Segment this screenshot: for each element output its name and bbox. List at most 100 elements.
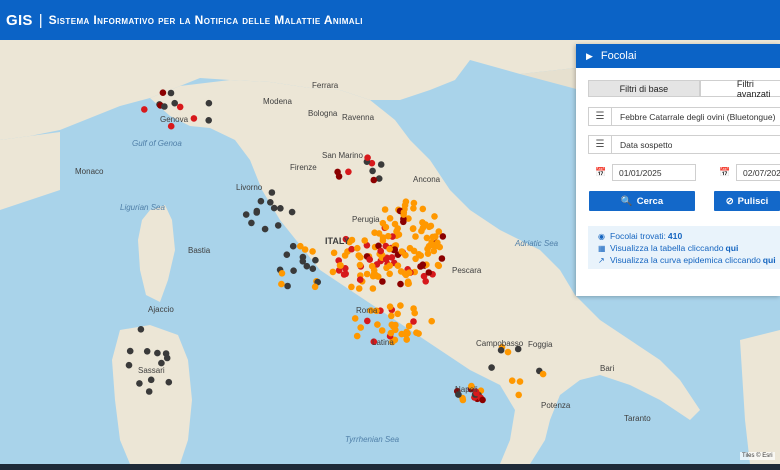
disease-select[interactable]: ☰ Febbre Catarrale degli ovini (Bluetong… [588,107,780,126]
outbreak-marker[interactable] [143,348,151,355]
date-from-input[interactable]: 01/01/2025 [612,164,696,181]
outbreak-marker[interactable] [357,324,365,331]
outbreak-marker[interactable] [516,378,524,385]
outbreak-marker[interactable] [311,283,319,291]
outbreak-marker[interactable] [431,213,438,220]
outbreak-marker[interactable] [242,211,250,218]
outbreak-marker[interactable] [402,198,410,205]
outbreak-marker[interactable] [165,378,173,386]
outbreak-marker[interactable] [377,161,385,168]
clear-button[interactable]: ⊘ Pulisci [714,191,780,211]
outbreak-marker[interactable] [159,89,167,96]
outbreak-marker[interactable] [348,236,356,244]
outbreak-marker[interactable] [369,285,377,292]
outbreak-marker[interactable] [354,244,361,252]
outbreak-marker[interactable] [171,99,178,107]
outbreak-marker[interactable] [141,106,148,113]
outbreak-marker[interactable] [504,348,512,356]
outbreak-marker[interactable] [289,242,297,250]
outbreak-marker[interactable] [371,229,378,236]
outbreak-marker[interactable] [356,276,364,283]
outbreak-marker[interactable] [290,267,297,274]
outbreak-marker[interactable] [267,199,274,206]
outbreak-marker[interactable] [415,330,422,337]
table-link[interactable]: qui [726,243,739,253]
outbreak-marker[interactable] [388,312,395,320]
outbreak-marker[interactable] [257,197,265,205]
outbreak-marker[interactable] [400,209,408,216]
outbreak-marker[interactable] [392,326,399,334]
date-to[interactable]: 📅 02/07/2025 [714,163,780,182]
outbreak-marker[interactable] [297,242,304,250]
app-brand[interactable]: GIS [6,12,33,29]
outbreak-marker[interactable] [386,303,394,311]
outbreak-marker[interactable] [394,225,402,232]
outbreak-marker[interactable] [161,103,168,110]
outbreak-marker[interactable] [410,305,417,312]
outbreak-marker[interactable] [384,232,392,240]
panel-header[interactable]: ▶ Focolai [576,44,780,68]
outbreak-marker[interactable] [410,205,417,212]
chevron-right-icon[interactable]: ▶ [586,51,593,62]
outbreak-marker[interactable] [382,256,390,263]
outbreak-marker[interactable] [125,361,133,369]
outbreak-marker[interactable] [278,280,285,288]
outbreak-marker[interactable] [288,208,296,216]
outbreak-marker[interactable] [334,168,341,176]
outbreak-marker[interactable] [154,349,161,357]
outbreak-marker[interactable] [355,285,363,292]
outbreak-marker[interactable] [309,265,317,272]
outbreak-marker[interactable] [459,396,467,404]
outbreak-marker[interactable] [405,280,413,287]
outbreak-marker[interactable] [412,233,419,240]
date-from[interactable]: 📅 01/01/2025 [590,163,696,182]
outbreak-marker[interactable] [357,254,364,261]
outbreak-marker[interactable] [190,115,198,122]
outbreak-marker[interactable] [274,222,282,229]
outbreak-marker[interactable] [348,283,355,291]
outbreak-marker[interactable] [539,370,547,378]
outbreak-marker[interactable] [284,282,291,290]
outbreak-marker[interactable] [309,248,316,255]
outbreak-marker[interactable] [340,271,348,278]
outbreak-marker[interactable] [386,270,394,278]
outbreak-marker[interactable] [435,262,443,270]
outbreak-marker[interactable] [423,234,431,242]
outbreak-marker[interactable] [438,255,446,262]
outbreak-marker[interactable] [364,317,371,325]
outbreak-marker[interactable] [374,273,382,280]
outbreak-marker[interactable] [515,391,522,399]
outbreak-marker[interactable] [369,167,376,175]
outbreak-marker[interactable] [424,250,432,257]
outbreak-marker[interactable] [145,388,153,395]
outbreak-marker[interactable] [351,315,359,322]
outbreak-marker[interactable] [402,251,409,259]
outbreak-marker[interactable] [136,380,143,387]
outbreak-marker[interactable] [205,99,213,107]
outbreak-marker[interactable] [364,154,371,161]
outbreak-marker[interactable] [378,327,386,334]
outbreak-marker[interactable] [422,278,430,285]
outbreak-marker[interactable] [248,219,255,227]
outbreak-marker[interactable] [356,261,364,269]
outbreak-marker[interactable] [409,225,417,232]
outbreak-marker[interactable] [366,256,374,263]
date-to-input[interactable]: 02/07/2025 [736,164,780,181]
date-type-select[interactable]: ☰ Data sospetto [588,135,780,154]
outbreak-marker[interactable] [394,262,402,269]
outbreak-marker[interactable] [312,256,319,264]
outbreak-marker[interactable] [405,269,413,276]
outbreak-marker[interactable] [397,302,404,309]
outbreak-marker[interactable] [363,270,371,278]
outbreak-marker[interactable] [361,237,369,244]
outbreak-marker[interactable] [137,326,145,333]
outbreak-marker[interactable] [386,245,393,253]
outbreak-marker[interactable] [417,252,425,259]
outbreak-marker[interactable] [379,219,387,227]
outbreak-marker[interactable] [176,103,184,111]
outbreak-marker[interactable] [479,396,486,404]
outbreak-marker[interactable] [419,224,427,232]
outbreak-marker[interactable] [205,117,212,124]
outbreak-marker[interactable] [427,222,435,230]
outbreak-marker[interactable] [336,262,344,269]
